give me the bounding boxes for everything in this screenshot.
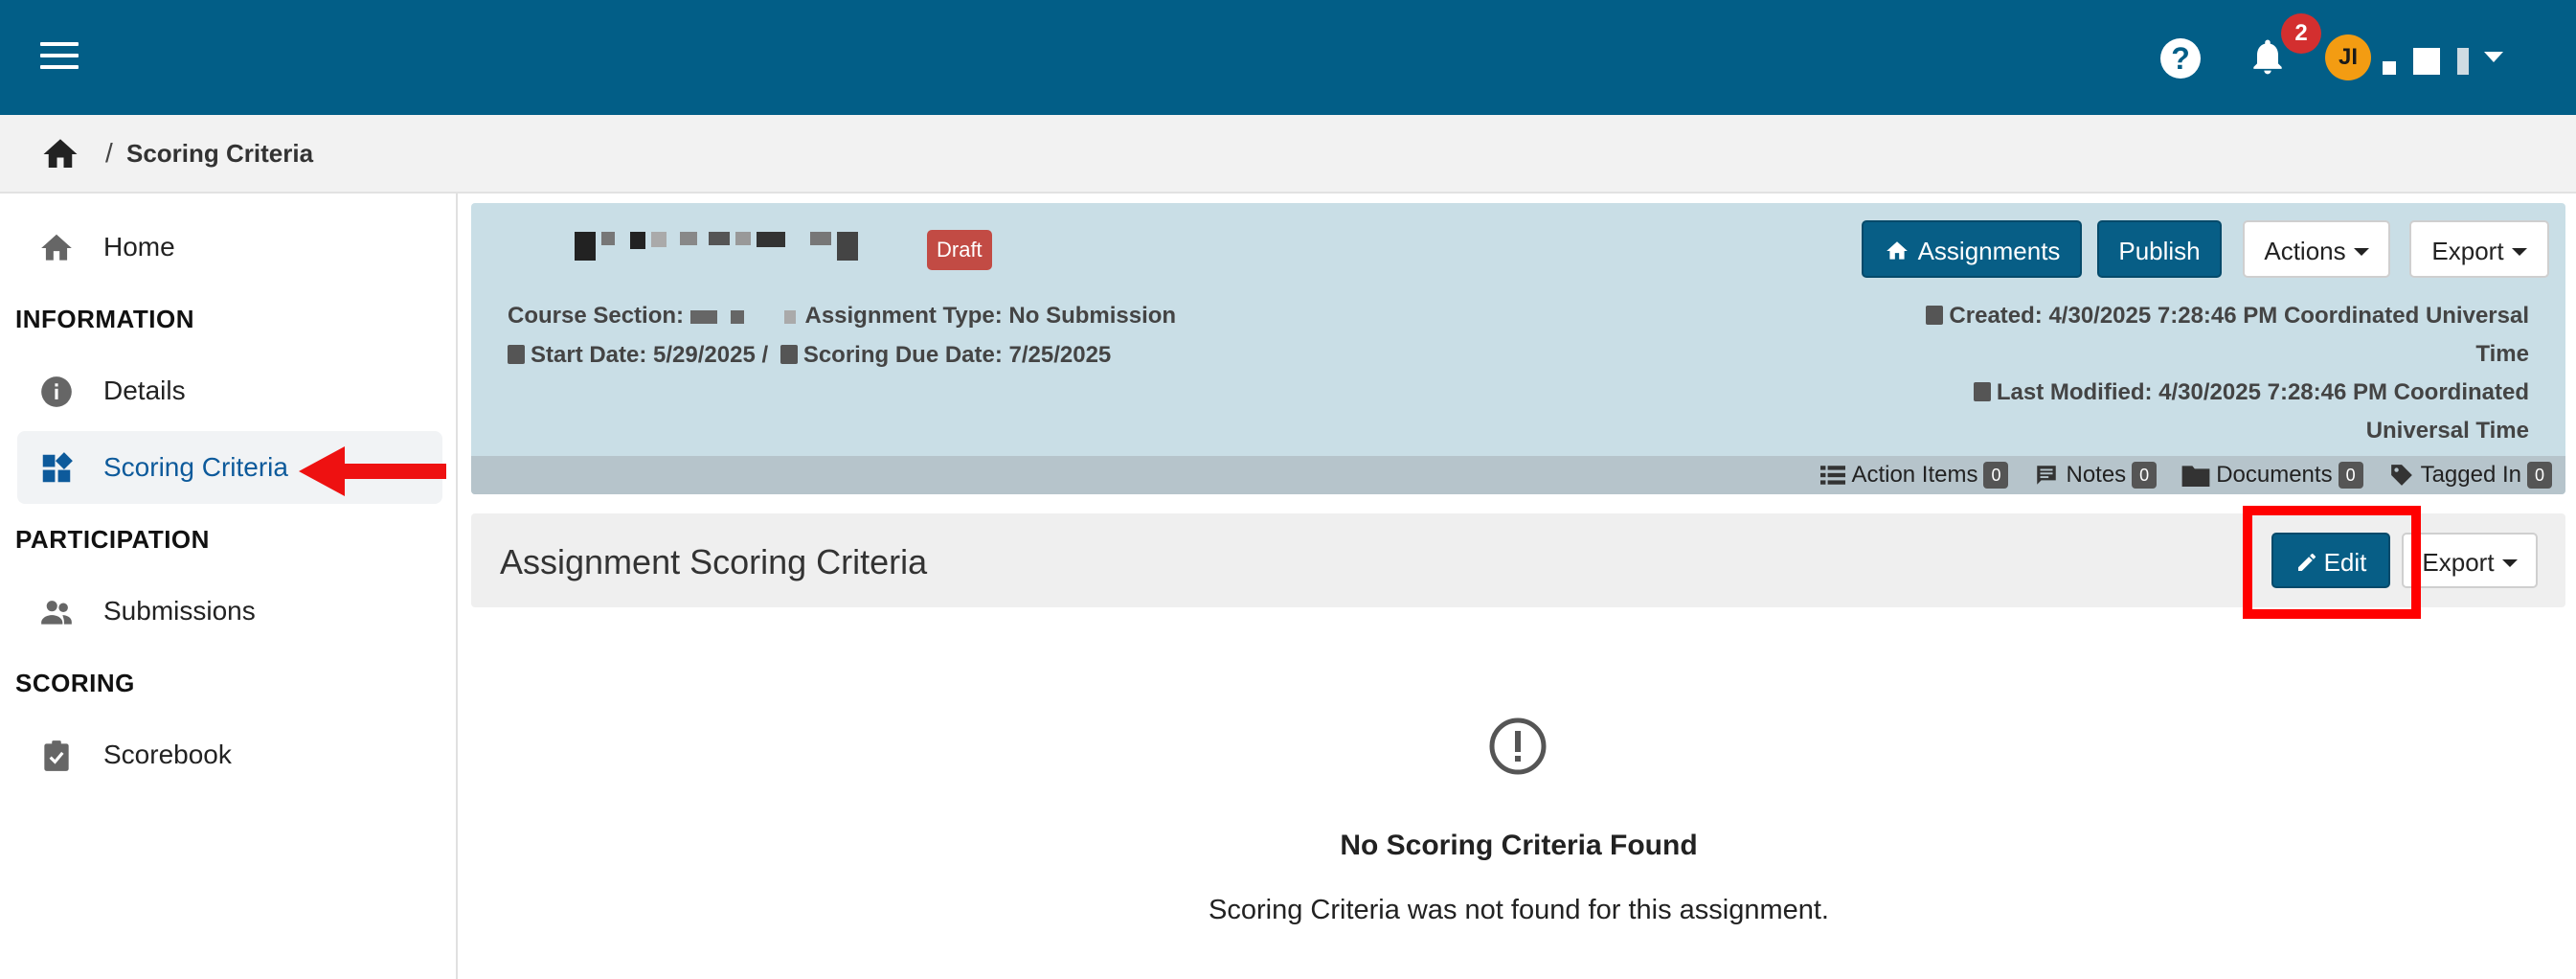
- course-section-label: Course Section:: [508, 303, 685, 329]
- section-title: Assignment Scoring Criteria: [500, 542, 928, 581]
- tagged-in-count: 0: [2527, 462, 2552, 489]
- modified-date: Last Modified: 4/30/2025 7:28:46 PM Coor…: [1996, 379, 2529, 405]
- action-items-count: 0: [1983, 462, 2009, 489]
- tag-icon: [2390, 465, 2412, 486]
- documents-label: Documents: [2216, 462, 2333, 488]
- created-date: Created: 4/30/2025 7:28:46 PM Coordinate…: [1949, 303, 2529, 329]
- calendar-icon: [1973, 382, 1991, 401]
- documents-link[interactable]: Documents 0: [2181, 462, 2363, 489]
- notes-icon: [2037, 466, 2057, 485]
- assignment-type: Assignment Type: No Submission: [804, 303, 1177, 329]
- scoring-criteria-header: Assignment Scoring Criteria Edit Export: [471, 506, 2565, 619]
- status-badge: Draft: [927, 230, 992, 270]
- sidebar-item-label: Scorebook: [103, 740, 232, 769]
- info-icon: [41, 376, 72, 407]
- documents-count: 0: [2338, 462, 2363, 489]
- sidebar-item-label: Scoring Criteria: [103, 452, 288, 482]
- annotation-arrow: [299, 446, 446, 496]
- assignment-meta-left: Course Section: Assignment Type: No Subm…: [508, 297, 1176, 375]
- home-icon: [1886, 241, 1908, 260]
- counts-bar: Action Items 0 Notes 0 Documents 0 Tagge…: [471, 456, 2565, 494]
- sidebar-item-label: Submissions: [103, 596, 256, 626]
- export-label: Export: [2431, 237, 2504, 265]
- home-icon: [41, 234, 72, 261]
- created-date-cont: Time: [2475, 341, 2529, 367]
- modified-date-cont: Universal Time: [2365, 418, 2529, 444]
- user-name-redacted[interactable]: [2383, 48, 2469, 75]
- assignment-info-panel: Draft Course Section: Assignment Type: N…: [471, 203, 2565, 494]
- chevron-down-icon: [2353, 248, 2369, 256]
- folder-icon: [2181, 466, 2210, 487]
- exclamation-circle-icon: [1489, 717, 1547, 775]
- breadcrumb-current: Scoring Criteria: [126, 139, 314, 168]
- clipboard-check-icon: [44, 740, 69, 771]
- sidebar-section-scoring: SCORING: [15, 669, 135, 697]
- scoring-export-dropdown[interactable]: Export: [2402, 533, 2538, 588]
- export-label: Export: [2422, 548, 2495, 577]
- breadcrumb: / Scoring Criteria: [0, 115, 2576, 194]
- sidebar-item-label: Home: [103, 232, 175, 262]
- sidebar: Home INFORMATION Details Scoring Criteri…: [0, 194, 458, 979]
- start-date: Start Date: 5/29/2025 /: [531, 341, 769, 368]
- sidebar-item-label: Details: [103, 376, 186, 405]
- notification-count-badge[interactable]: 2: [2281, 13, 2321, 54]
- hamburger-icon[interactable]: [40, 42, 79, 73]
- publish-button[interactable]: Publish: [2097, 220, 2222, 278]
- action-items-link[interactable]: Action Items 0: [1820, 462, 2009, 489]
- dashboard-icon: [42, 452, 73, 483]
- empty-state-title: No Scoring Criteria Found: [1340, 830, 1698, 861]
- breadcrumb-separator: /: [105, 138, 113, 168]
- people-icon: [41, 601, 72, 625]
- actions-label: Actions: [2264, 237, 2346, 265]
- scoring-due-date: Scoring Due Date: 7/25/2025: [802, 341, 1112, 368]
- sidebar-section-participation: PARTICIPATION: [15, 525, 210, 554]
- assignment-meta-right: Created: 4/30/2025 7:28:46 PM Coordinate…: [1840, 297, 2529, 450]
- list-icon: [1820, 466, 1846, 485]
- notes-link[interactable]: Notes 0: [2033, 462, 2158, 489]
- top-bar: ? 2 JI: [0, 0, 2576, 115]
- help-icon[interactable]: ?: [2160, 38, 2201, 79]
- course-section-redacted: [689, 298, 800, 336]
- chevron-down-icon: [2511, 248, 2527, 256]
- user-avatar[interactable]: JI: [2325, 34, 2371, 80]
- sidebar-item-submissions[interactable]: Submissions: [17, 575, 442, 648]
- notes-count: 0: [2132, 462, 2158, 489]
- chevron-down-icon: [2501, 559, 2518, 567]
- assignments-button-label: Assignments: [1917, 237, 2061, 265]
- sidebar-item-home[interactable]: Home: [17, 211, 442, 284]
- sidebar-item-scorebook[interactable]: Scorebook: [17, 718, 442, 791]
- calendar-icon: [780, 344, 798, 364]
- action-items-label: Action Items: [1851, 462, 1978, 488]
- home-icon[interactable]: [38, 134, 82, 174]
- tagged-in-label: Tagged In: [2420, 462, 2521, 488]
- sidebar-item-details[interactable]: Details: [17, 354, 442, 427]
- notes-label: Notes: [2066, 462, 2127, 488]
- chevron-down-icon[interactable]: [2484, 52, 2503, 62]
- tagged-in-link[interactable]: Tagged In 0: [2388, 462, 2552, 489]
- export-dropdown[interactable]: Export: [2409, 220, 2549, 278]
- actions-dropdown[interactable]: Actions: [2243, 220, 2390, 278]
- calendar-icon: [508, 344, 525, 364]
- assignments-button[interactable]: Assignments: [1862, 220, 2082, 278]
- sidebar-section-information: INFORMATION: [15, 305, 194, 333]
- empty-state-text: Scoring Criteria was not found for this …: [1209, 895, 1829, 925]
- assignment-title-redacted: [575, 232, 858, 261]
- annotation-highlight-box: [2243, 506, 2421, 619]
- calendar-icon: [1926, 306, 1944, 325]
